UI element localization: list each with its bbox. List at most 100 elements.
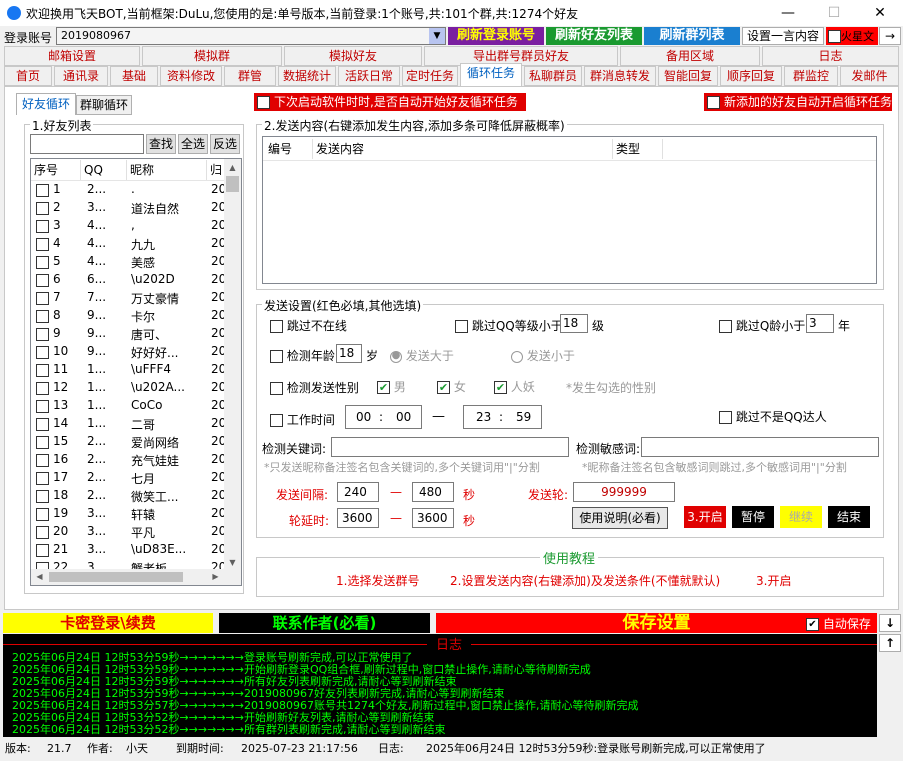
row-checkbox[interactable] (36, 472, 49, 485)
check-icon[interactable]: ✔ (806, 618, 819, 631)
refresh-login-button[interactable]: 刷新登录账号 (448, 27, 544, 45)
tab-group-admin[interactable]: 群管 (224, 66, 276, 86)
tab-home[interactable]: 首页 (4, 66, 52, 86)
row-checkbox[interactable] (36, 364, 49, 377)
delay-to-input[interactable]: 3600 (412, 508, 454, 528)
chevron-down-icon[interactable]: ▼ (429, 28, 445, 44)
new-friends-checkbox[interactable] (707, 96, 720, 109)
table-row[interactable]: 19 3... 轩辕 20 (31, 505, 225, 523)
tab-backup[interactable]: 备用区域 (620, 46, 760, 66)
keyword-input[interactable] (331, 437, 569, 457)
row-checkbox[interactable] (36, 544, 49, 557)
scroll-thumb[interactable] (226, 176, 239, 192)
row-checkbox[interactable] (36, 382, 49, 395)
skip-qq-age-checkbox[interactable] (719, 320, 732, 333)
row-checkbox[interactable] (36, 292, 49, 305)
row-checkbox[interactable] (36, 328, 49, 341)
vertical-scrollbar[interactable]: ▲ ▼ (224, 159, 241, 571)
sensitive-input[interactable] (641, 437, 879, 457)
row-checkbox[interactable] (36, 490, 49, 503)
header-qq[interactable]: QQ (81, 160, 127, 180)
check-icon[interactable]: ✔ (377, 381, 390, 394)
friend-search-input[interactable] (30, 134, 144, 154)
row-checkbox[interactable] (36, 436, 49, 449)
table-row[interactable]: 18 2... 微笑工... 20 (31, 487, 225, 505)
skip-offline-checkbox[interactable] (270, 320, 283, 333)
qq-age-input[interactable]: 3 (806, 314, 834, 333)
table-row[interactable]: 4 4... 九九 20 (31, 235, 225, 253)
table-row[interactable]: 3 4..., 20 (31, 217, 225, 235)
table-row[interactable]: 9 9... 唐可、 20 (31, 325, 225, 343)
row-checkbox[interactable] (36, 256, 49, 269)
table-row[interactable]: 21 3... \uD83E... 20 (31, 541, 225, 559)
tab-statistics[interactable]: 数据统计 (278, 66, 336, 86)
check-age-checkbox[interactable] (270, 350, 283, 363)
end-button[interactable]: 结束 (828, 506, 870, 528)
invert-select-button[interactable]: 反选 (210, 134, 240, 154)
header-content[interactable]: 发送内容 (313, 139, 613, 159)
table-row[interactable]: 2 3... 道法自然 20 (31, 199, 225, 217)
row-checkbox[interactable] (36, 238, 49, 251)
tab-timed-task[interactable]: 定时任务 (402, 66, 458, 86)
pause-button[interactable]: 暂停 (732, 506, 774, 528)
skip-not-expert-checkbox[interactable] (719, 411, 732, 424)
work-time-option[interactable]: 工作时间 (270, 411, 335, 428)
auto-start-checkbox[interactable] (257, 96, 270, 109)
tab-basic[interactable]: 基础 (110, 66, 158, 86)
tab-private-chat[interactable]: 私聊群员 (524, 66, 582, 86)
table-row[interactable]: 16 2... 充气娃娃 20 (31, 451, 225, 469)
tab-smart-reply[interactable]: 智能回复 (658, 66, 718, 86)
row-checkbox[interactable] (36, 418, 49, 431)
account-select[interactable]: 2019080967 ▼ (56, 27, 446, 45)
send-less-radio[interactable]: 发送小于 (511, 347, 575, 364)
minimize-button[interactable]: — (765, 0, 811, 26)
table-row[interactable]: 8 9... 卡尔 20 (31, 307, 225, 325)
header-type[interactable]: 类型 (613, 139, 663, 159)
select-all-button[interactable]: 全选 (178, 134, 208, 154)
monster-option[interactable]: ✔ 人妖 (494, 378, 535, 395)
refresh-groups-button[interactable]: 刷新群列表 (644, 27, 740, 45)
skip-qq-level-checkbox[interactable] (455, 320, 468, 333)
row-checkbox[interactable] (36, 184, 49, 197)
row-checkbox[interactable] (36, 526, 49, 539)
check-age-option[interactable]: 检测年龄 (270, 347, 335, 364)
skip-not-expert-option[interactable]: 跳过不是QQ达人 (719, 408, 827, 425)
check-icon[interactable]: ✔ (494, 381, 507, 394)
radio-selected-icon[interactable]: ● (390, 350, 402, 363)
close-button[interactable]: ✕ (857, 0, 903, 26)
tab-profile[interactable]: 资料修改 (160, 66, 222, 86)
scroll-left-icon[interactable]: ◀ (31, 569, 48, 585)
tab-mail-settings[interactable]: 邮箱设置 (4, 46, 140, 66)
header-no[interactable]: 序号 (31, 160, 81, 180)
contact-author-button[interactable]: 联系作者(必看) (219, 613, 430, 633)
work-time-checkbox[interactable] (270, 414, 283, 427)
tab-send-mail[interactable]: 发邮件 (840, 66, 899, 86)
table-row[interactable]: 20 3... 平凡 20 (31, 523, 225, 541)
header-id[interactable]: 编号 (265, 139, 313, 159)
interval-to-input[interactable]: 480 (412, 482, 454, 502)
row-checkbox[interactable] (36, 508, 49, 521)
auto-save-option[interactable]: ✔ 自动保存 (806, 615, 871, 632)
log-panel[interactable]: 日志 2025年06月24日 12时53分59秒→→→→→→→登录账号刷新完成,… (3, 634, 877, 737)
round-input[interactable]: 999999 (573, 482, 675, 502)
delay-from-input[interactable]: 3600 (337, 508, 379, 528)
tab-active-daily[interactable]: 活跃日常 (338, 66, 400, 86)
qq-level-input[interactable]: 18 (560, 314, 588, 333)
check-icon[interactable]: ✔ (437, 381, 450, 394)
table-row[interactable]: 13 1... CoCo 20 (31, 397, 225, 415)
table-row[interactable]: 10 9... 好好好... 20 (31, 343, 225, 361)
skip-qq-level-option[interactable]: 跳过QQ等级小于 (455, 317, 563, 334)
table-row[interactable]: 5 4... 美感 20 (31, 253, 225, 271)
table-row[interactable]: 12 1... \u202A... 20 (31, 379, 225, 397)
interval-from-input[interactable]: 240 (337, 482, 379, 502)
scroll-right-icon[interactable]: ▶ (207, 569, 224, 585)
header-nick[interactable]: 昵称 (127, 160, 207, 180)
friend-list-table[interactable]: 序号 QQ 昵称 归 1 2.... 20 2 3... 道法自然 20 3 4..., 20 4 4… (30, 158, 242, 586)
maximize-button[interactable]: ☐ (811, 0, 857, 26)
set-one-line-button[interactable]: 设置一言内容 (742, 27, 824, 45)
send-content-table[interactable]: 编号 发送内容 类型 (262, 136, 877, 284)
male-option[interactable]: ✔ 男 (377, 378, 406, 395)
row-checkbox[interactable] (36, 454, 49, 467)
row-checkbox[interactable] (36, 346, 49, 359)
female-option[interactable]: ✔ 女 (437, 378, 466, 395)
